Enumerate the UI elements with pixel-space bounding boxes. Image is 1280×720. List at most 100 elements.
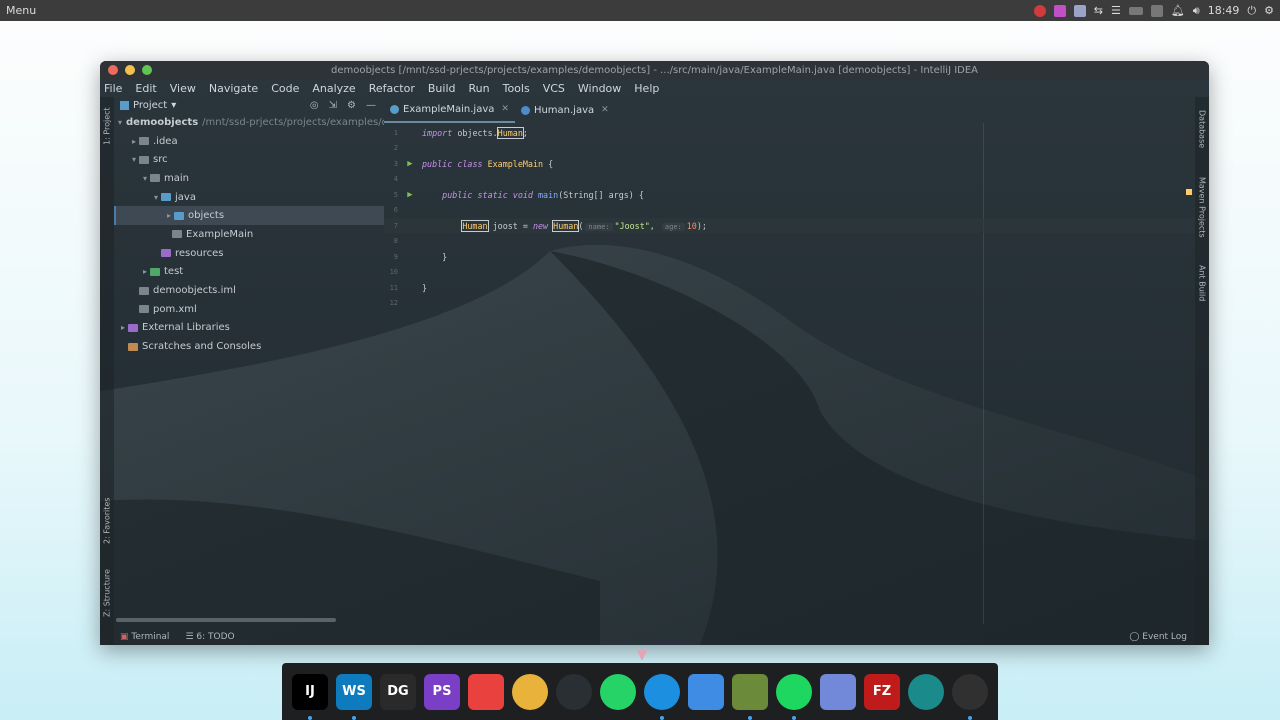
- menu-vcs[interactable]: VCS: [543, 82, 565, 95]
- project-tree-item[interactable]: ▾ src: [114, 150, 384, 169]
- tab-human[interactable]: Human.java ✕: [515, 97, 615, 123]
- menu-analyze[interactable]: Analyze: [312, 82, 355, 95]
- chevron-down-icon[interactable]: ▾: [171, 100, 176, 111]
- list-icon[interactable]: ☰: [1111, 4, 1121, 17]
- close-window-button[interactable]: [108, 65, 118, 75]
- code-editor[interactable]: 1 import objects.Human; 2 3 ▶ public cla…: [384, 123, 1195, 624]
- menu-tools[interactable]: Tools: [503, 82, 530, 95]
- dock-jetbrains-toolbox-icon[interactable]: [468, 673, 504, 710]
- battery-icon[interactable]: [1128, 6, 1143, 15]
- dock-chrome-icon[interactable]: [512, 673, 548, 710]
- project-tree-item[interactable]: ▸ External Libraries: [114, 319, 384, 338]
- minimize-window-button[interactable]: [125, 65, 135, 75]
- menu-code[interactable]: Code: [271, 82, 299, 95]
- dock-filezilla-icon[interactable]: FZ: [864, 673, 900, 710]
- expand-arrow-icon[interactable]: ▾: [118, 118, 122, 127]
- event-log-icon: ◯: [1129, 632, 1140, 642]
- expand-arrow-icon[interactable]: ▾: [151, 193, 161, 202]
- panel-settings-icon[interactable]: ⚙: [347, 100, 356, 111]
- dock-timer-icon[interactable]: [644, 673, 680, 720]
- volume-icon[interactable]: 🔊︎: [1193, 4, 1200, 18]
- system-menu-button[interactable]: Menu: [6, 4, 36, 17]
- maximize-window-button[interactable]: [142, 65, 152, 75]
- menu-navigate[interactable]: Navigate: [209, 82, 258, 95]
- code-line-10: 10: [384, 265, 1195, 280]
- notification-bell-icon[interactable]: 🔔︎: [1171, 4, 1185, 17]
- menu-edit[interactable]: Edit: [135, 82, 156, 95]
- dock-minecraft-icon[interactable]: [732, 673, 768, 720]
- dock-obs-icon[interactable]: [952, 673, 988, 720]
- project-tree-item[interactable]: demoobjects.iml: [114, 281, 384, 300]
- package-name: objects.: [457, 127, 498, 138]
- dock-spotify-icon[interactable]: [776, 673, 812, 720]
- display-icon[interactable]: [1150, 4, 1163, 17]
- expand-arrow-icon[interactable]: ▸: [129, 137, 139, 146]
- dock-discord-icon[interactable]: [820, 673, 856, 710]
- locate-file-icon[interactable]: ◎: [310, 100, 319, 111]
- todo-tool-button[interactable]: ☰ 6: TODO: [185, 632, 234, 642]
- expand-arrow-icon[interactable]: ▸: [140, 267, 150, 276]
- project-tree-item[interactable]: ▾ demoobjects/mnt/ssd-prjects/projects/ex…: [114, 113, 384, 132]
- tool-tab-project[interactable]: 1: Project: [100, 101, 114, 151]
- dock-finder-icon[interactable]: [688, 673, 724, 710]
- project-tree-item-label: Scratches and Consoles: [142, 341, 262, 353]
- dock-whatsapp-icon[interactable]: [600, 673, 636, 710]
- dock-phpstorm-icon[interactable]: PS: [424, 673, 460, 710]
- project-tree-item[interactable]: ▾ java: [114, 188, 384, 207]
- tool-tab-favorites[interactable]: 2: Favorites: [100, 493, 114, 549]
- menu-refactor[interactable]: Refactor: [369, 82, 415, 95]
- paren: (: [578, 220, 584, 231]
- event-log-button[interactable]: ◯ Event Log: [1129, 632, 1209, 642]
- tab-examplemain[interactable]: ExampleMain.java ✕: [384, 97, 515, 123]
- network-icon[interactable]: ⇆: [1094, 4, 1103, 17]
- project-tree-item[interactable]: ▾ main: [114, 169, 384, 188]
- dock-webstorm-icon[interactable]: WS: [336, 673, 372, 720]
- expand-arrow-icon[interactable]: ▸: [164, 211, 174, 220]
- expand-arrow-icon[interactable]: ▾: [140, 174, 150, 183]
- toolbox-tray-icon[interactable]: [1053, 4, 1066, 17]
- tool-tab-maven[interactable]: Maven Projects: [1195, 169, 1209, 245]
- expand-arrow-icon[interactable]: ▾: [129, 155, 139, 164]
- menu-run[interactable]: Run: [469, 82, 490, 95]
- dock-headset-icon[interactable]: [556, 673, 592, 710]
- collapse-all-icon[interactable]: ⇲: [329, 100, 337, 111]
- project-tree-item[interactable]: ▸ test: [114, 263, 384, 282]
- close-tab-icon[interactable]: ✕: [501, 104, 509, 114]
- close-tab-icon[interactable]: ✕: [601, 105, 609, 115]
- folder-icon: [128, 342, 138, 351]
- discord-tray-icon[interactable]: [1073, 4, 1086, 17]
- hide-panel-icon[interactable]: —: [366, 100, 376, 111]
- tool-tab-ant[interactable]: Ant Build: [1195, 257, 1209, 309]
- tool-tab-database[interactable]: Database: [1195, 103, 1209, 155]
- clock-label[interactable]: 18:49: [1208, 4, 1240, 17]
- tool-tab-structure[interactable]: Z: Structure: [100, 563, 114, 623]
- project-tree-item-label: src: [153, 154, 168, 166]
- terminal-tool-button[interactable]: ▣ Terminal: [120, 632, 169, 642]
- dock-intellij-icon[interactable]: IJ: [292, 673, 328, 720]
- project-tree-item[interactable]: resources: [114, 244, 384, 263]
- project-tree-item[interactable]: ▸ .idea: [114, 132, 384, 151]
- project-tree-item[interactable]: Scratches and Consoles: [114, 337, 384, 356]
- settings-gear-icon[interactable]: ⚙: [1264, 4, 1274, 17]
- project-tree-item-label: test: [164, 266, 184, 278]
- code-line-1: 1 import objects.Human;: [384, 125, 1195, 140]
- menu-window[interactable]: Window: [578, 82, 621, 95]
- project-tree-item[interactable]: ▸ objects: [114, 206, 384, 226]
- run-method-icon[interactable]: ▶: [398, 190, 422, 200]
- expand-arrow-icon[interactable]: ▸: [118, 323, 128, 332]
- menu-view[interactable]: View: [170, 82, 196, 95]
- dock-datagrip-icon[interactable]: DG: [380, 673, 416, 710]
- menu-build[interactable]: Build: [428, 82, 456, 95]
- project-view-selector[interactable]: Project: [133, 100, 167, 111]
- power-icon[interactable]: ⏻: [1247, 4, 1256, 18]
- dock-gitkraken-icon[interactable]: [908, 673, 944, 710]
- brace: }: [422, 282, 428, 293]
- project-horizontal-scrollbar[interactable]: [116, 618, 336, 622]
- obs-tray-icon[interactable]: [1033, 4, 1046, 17]
- editor-tabs: ExampleMain.java ✕ Human.java ✕: [384, 97, 615, 123]
- menu-file[interactable]: File: [104, 82, 122, 95]
- project-tree-item[interactable]: pom.xml: [114, 300, 384, 319]
- project-tree-item[interactable]: ExampleMain: [114, 225, 384, 244]
- run-class-icon[interactable]: ▶: [398, 159, 422, 169]
- menu-help[interactable]: Help: [634, 82, 659, 95]
